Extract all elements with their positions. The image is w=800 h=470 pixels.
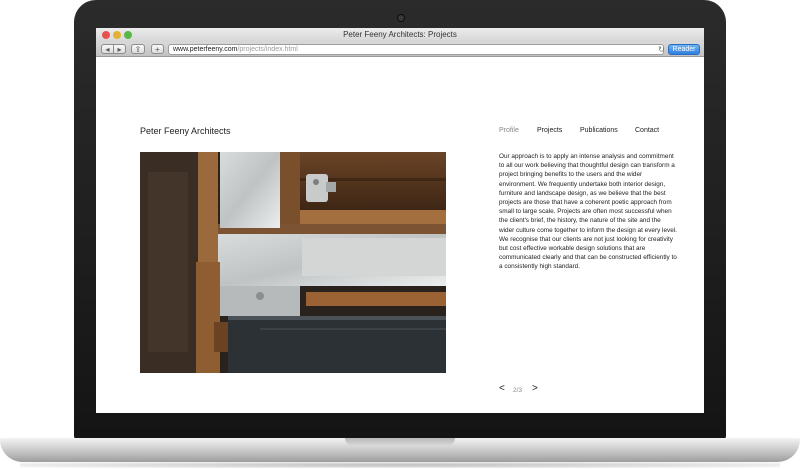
share-button[interactable]: ⇪ bbox=[131, 44, 145, 54]
address-bar[interactable]: www.peterfeeny.com/projects/index.html bbox=[168, 44, 664, 55]
nav-contact[interactable]: Contact bbox=[635, 127, 659, 134]
forward-button[interactable]: ▸ bbox=[113, 44, 126, 54]
browser-toolbar: ◂ ▸ ⇪ + www.peterfeeny.com/projects/inde… bbox=[96, 42, 704, 57]
nav-projects[interactable]: Projects bbox=[537, 127, 562, 134]
laptop-notch bbox=[345, 438, 455, 446]
next-page-button[interactable]: > bbox=[532, 383, 538, 395]
url-path: /projects/index.html bbox=[237, 46, 298, 53]
url-host: www.peterfeeny.com bbox=[173, 46, 238, 53]
nav-profile[interactable]: Profile bbox=[499, 127, 519, 134]
webcam bbox=[398, 15, 404, 21]
nav-publications[interactable]: Publications bbox=[580, 127, 618, 134]
screen: Peter Feeny Architects: Projects ◂ ▸ ⇪ +… bbox=[96, 28, 704, 413]
reload-icon[interactable]: ↻ bbox=[658, 44, 665, 55]
reader-button[interactable]: Reader bbox=[668, 44, 700, 55]
forward-arrow-icon: ▸ bbox=[117, 45, 122, 54]
add-bookmark-button[interactable]: + bbox=[151, 44, 164, 54]
laptop-shadow bbox=[20, 462, 780, 468]
share-icon: ⇪ bbox=[134, 45, 142, 54]
window-titlebar: Peter Feeny Architects: Projects bbox=[96, 28, 704, 42]
web-page: Peter Feeny Architects Profile Projects … bbox=[96, 57, 704, 413]
previous-page-button[interactable]: < bbox=[499, 383, 505, 395]
window-title: Peter Feeny Architects: Projects bbox=[343, 30, 457, 39]
back-arrow-icon: ◂ bbox=[105, 45, 110, 54]
site-title[interactable]: Peter Feeny Architects bbox=[140, 126, 231, 136]
plus-icon: + bbox=[155, 45, 160, 54]
project-description: Our approach is to apply an intense anal… bbox=[499, 153, 677, 271]
project-photo bbox=[140, 152, 446, 373]
project-photo-graphic bbox=[140, 152, 446, 373]
page-counter: 2/3 bbox=[513, 387, 523, 394]
